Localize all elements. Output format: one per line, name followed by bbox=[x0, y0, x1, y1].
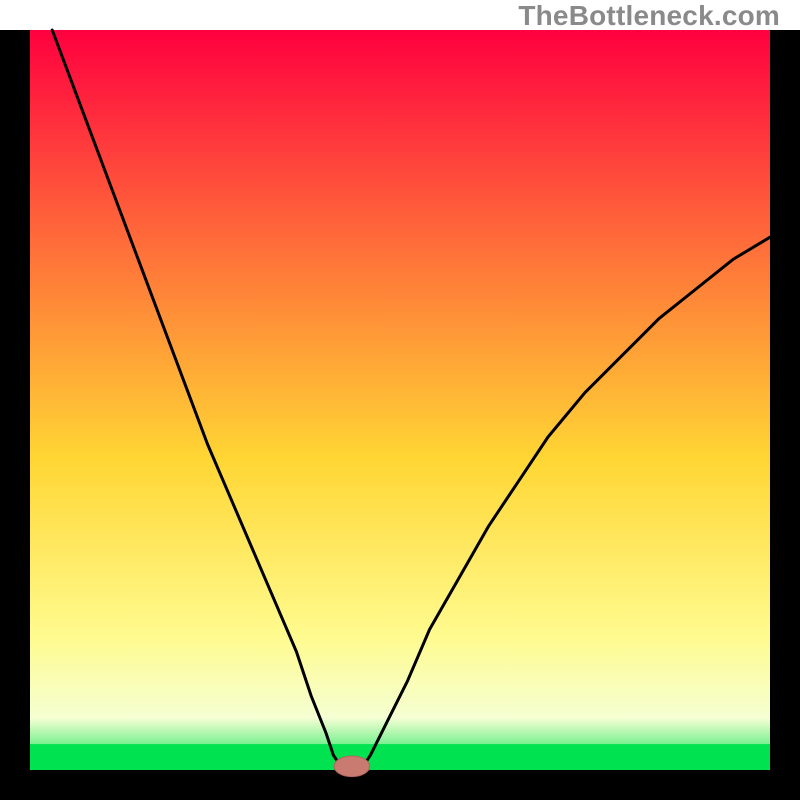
chart-plot-area bbox=[30, 30, 770, 770]
bottleneck-chart bbox=[0, 0, 800, 800]
watermark-text: TheBottleneck.com bbox=[518, 0, 780, 32]
chart-green-band bbox=[30, 744, 770, 770]
optimal-point-marker bbox=[334, 756, 370, 777]
